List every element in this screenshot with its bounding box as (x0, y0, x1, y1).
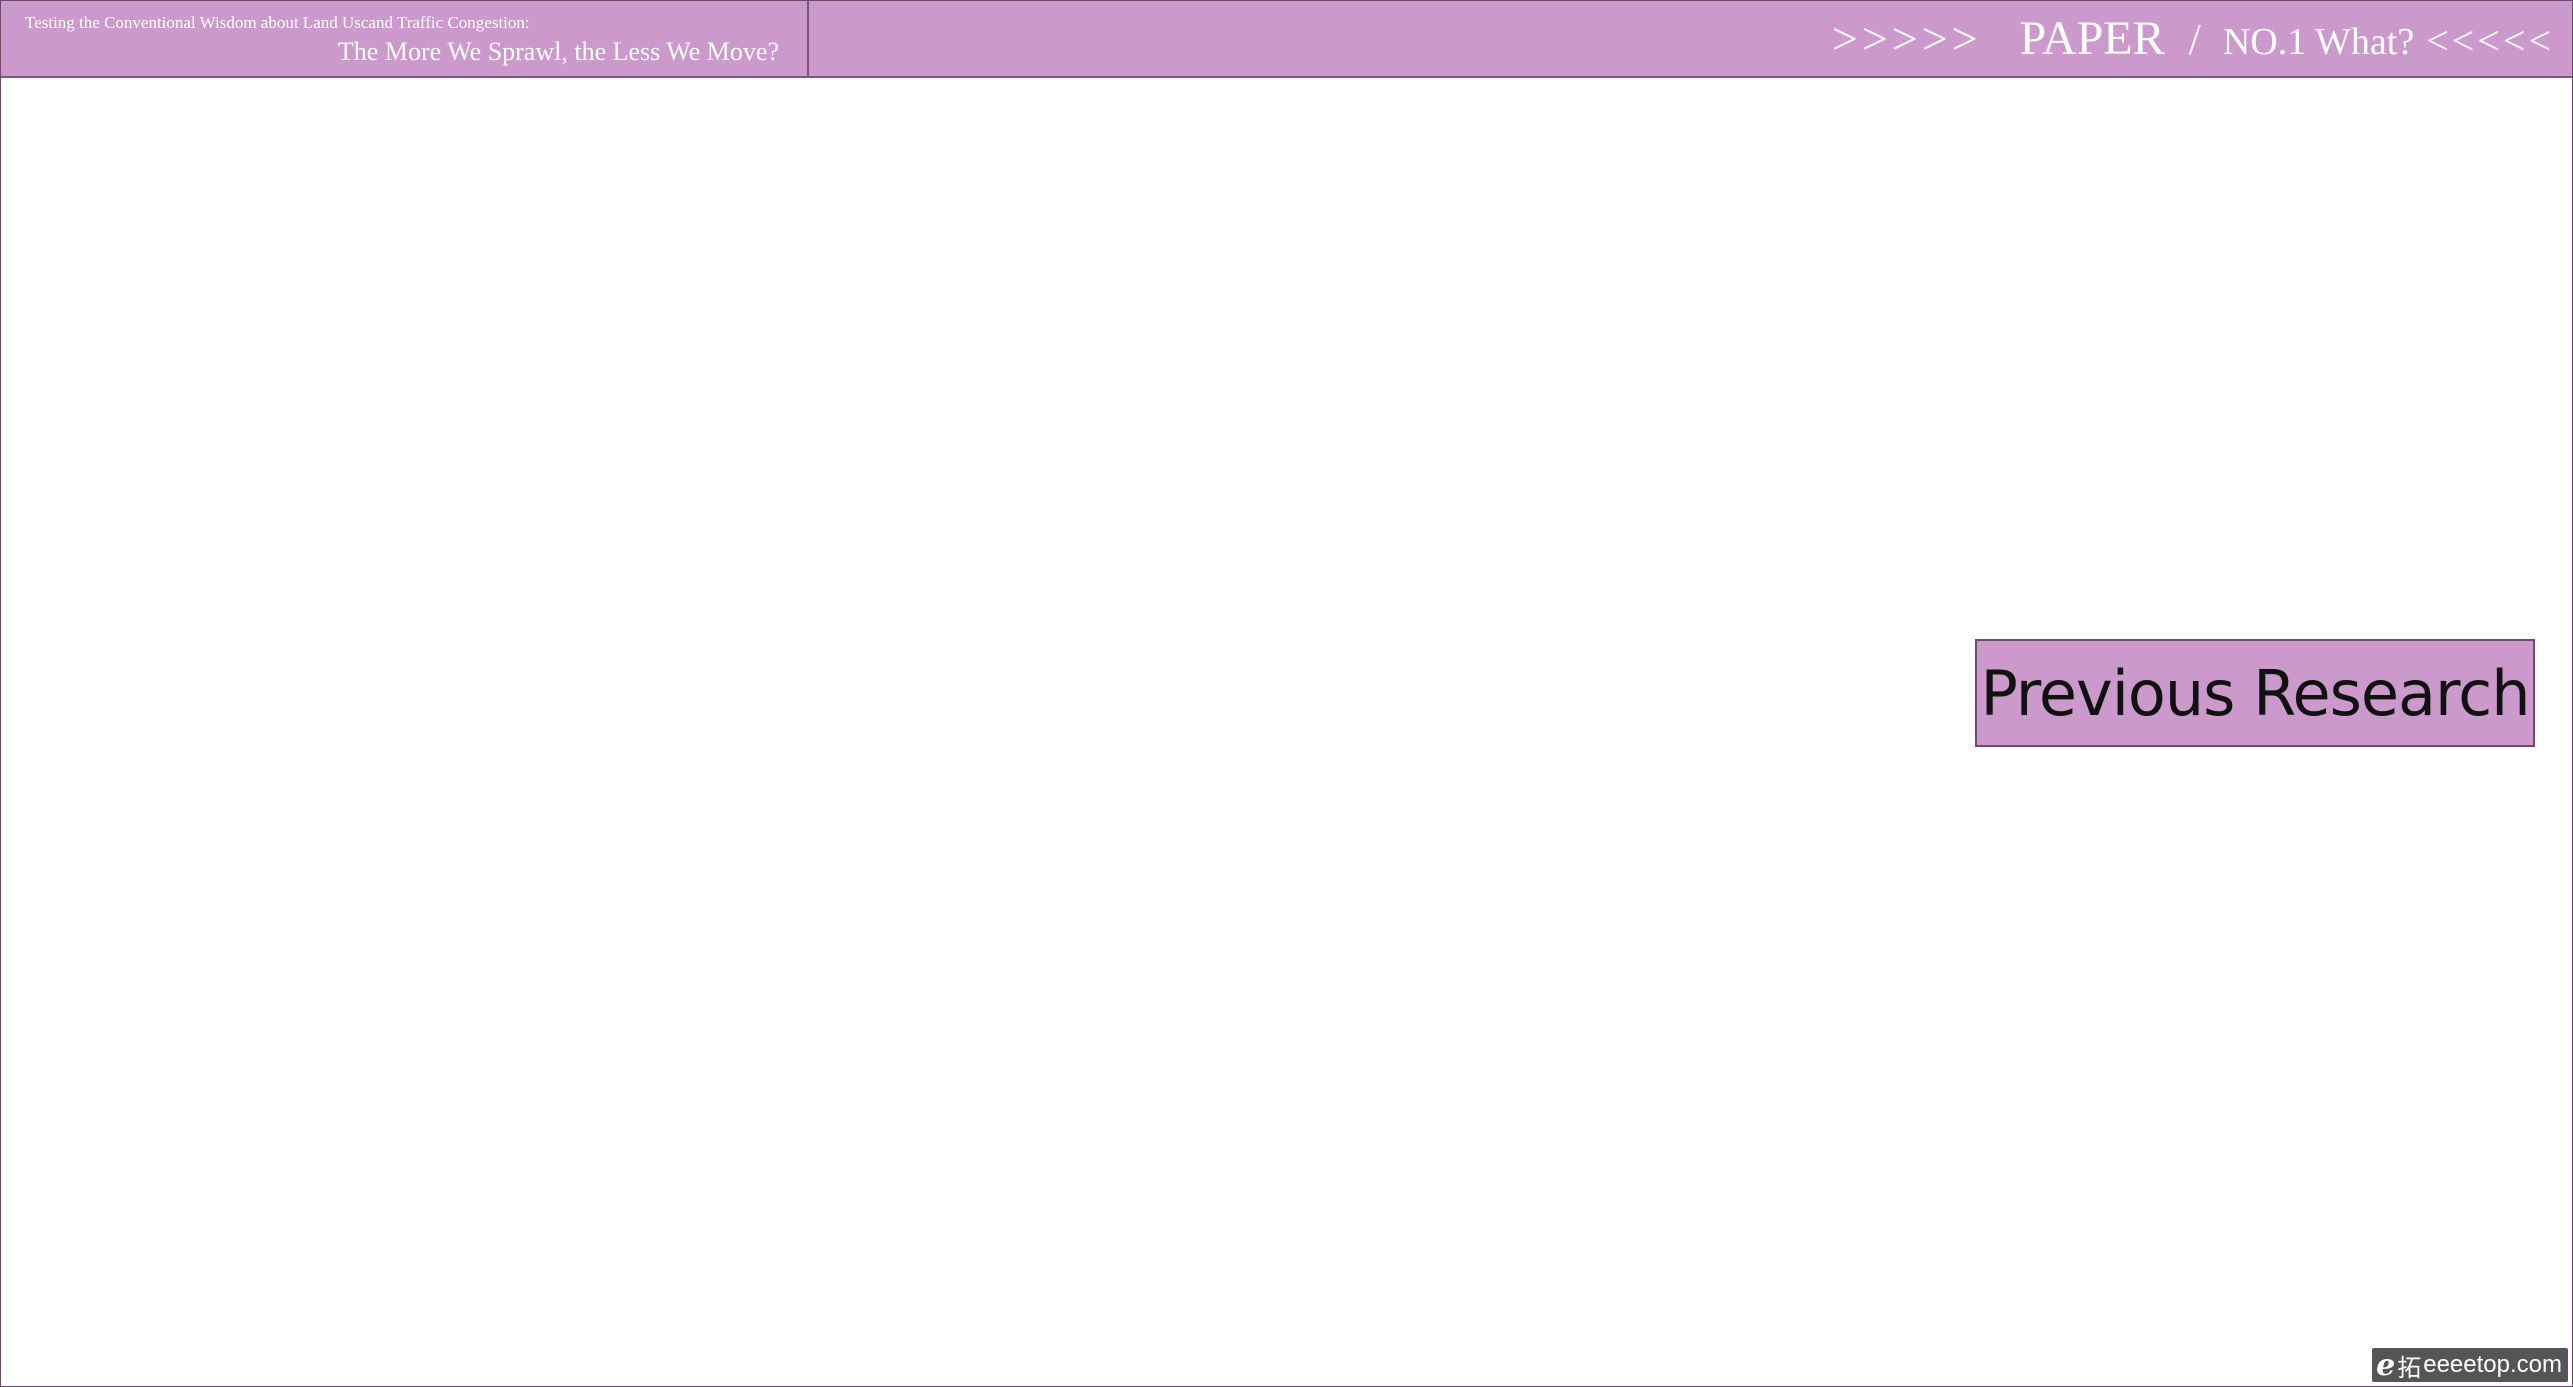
header-title-block: Testing the Conventional Wisdom about La… (1, 1, 809, 76)
watermark-e-icon: e (2376, 1347, 2396, 1383)
header-title: The More We Sprawl, the Less We Move? (337, 37, 779, 66)
section-paper-label: PAPER (2019, 12, 2165, 65)
arrows-left-icon: >>>>> (1831, 13, 1982, 64)
header-bar: Testing the Conventional Wisdom about La… (1, 1, 2572, 78)
slide: Testing the Conventional Wisdom about La… (0, 0, 2573, 1387)
previous-research-button[interactable]: Previous Research (1975, 639, 2535, 747)
watermark-text: eeeetop.com (2423, 1351, 2562, 1378)
section-name: NO.1 What? (2222, 21, 2415, 63)
watermark-logo: e 拓 eeeetop.com (2372, 1347, 2568, 1383)
section-separator: / (2188, 15, 2201, 64)
watermark-char: 拓 (2397, 1354, 2422, 1382)
arrows-right-icon: <<<<< (2426, 18, 2554, 63)
section-nav: >>>>> PAPER / NO.1 What? <<<<< (1832, 11, 2554, 71)
header-subtitle: Testing the Conventional Wisdom about La… (25, 13, 530, 32)
